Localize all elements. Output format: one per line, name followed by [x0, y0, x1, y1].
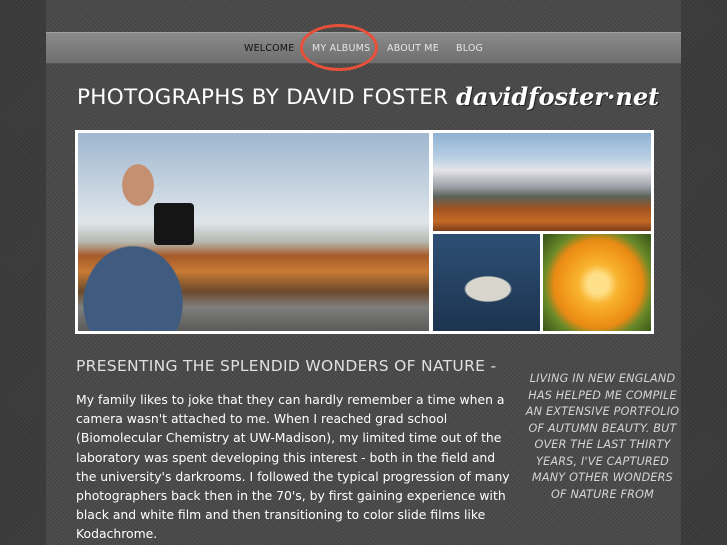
nav-blog[interactable]: BLOG [456, 43, 483, 54]
nav-about-me[interactable]: ABOUT ME [387, 43, 439, 54]
site-logo-domain[interactable]: davidfoster·net [456, 82, 659, 111]
camera-shape [154, 203, 194, 245]
sidebar-quote: LIVING IN NEW ENGLAND HAS HELPED ME COMP… [525, 372, 680, 501]
site-title: PHOTOGRAPHS BY DAVID FOSTER [77, 85, 449, 110]
section-heading: PRESENTING THE SPLENDID WONDERS OF NATUR… [76, 357, 497, 375]
swans-photo [430, 231, 543, 334]
intro-paragraph: My family likes to joke that they can ha… [76, 392, 510, 542]
photographer-portrait-photo [75, 130, 432, 334]
yellow-rose-photo [540, 231, 654, 334]
photographer-figure [78, 133, 228, 331]
mountain-autumn-photo [430, 130, 654, 234]
nav-welcome[interactable]: WELCOME [244, 43, 294, 54]
highlight-circle-annotation [300, 24, 378, 71]
